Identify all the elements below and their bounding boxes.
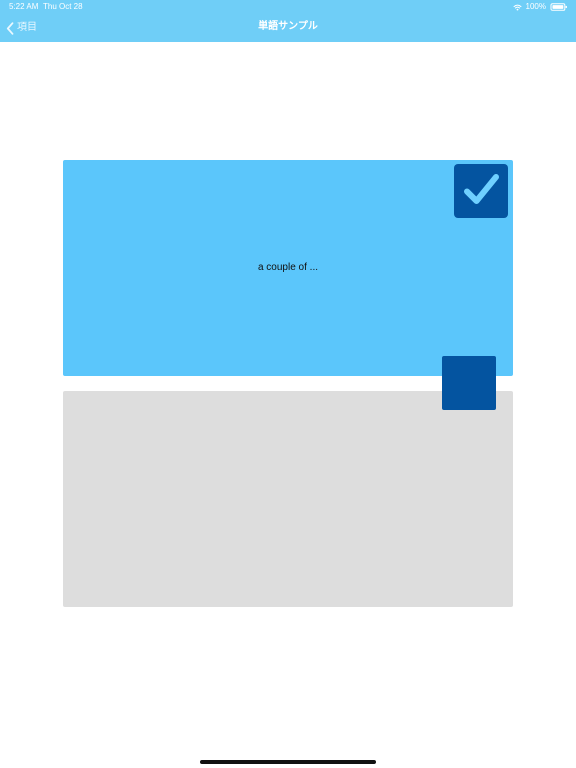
front-card[interactable]: a couple of ... [63,160,513,376]
chevron-left-icon [6,21,14,35]
checkmark-icon [464,174,499,204]
check-button[interactable] [454,164,508,218]
back-button-label: 項目 [17,22,37,33]
status-time: 5:22 AM [9,2,39,11]
flashcard-screen: 5:22 AM Thu Oct 28 100% 項目 単語サンプル a coup… [0,0,576,768]
battery-percentage: 100% [525,2,546,11]
page-title: 単語サンプル [258,21,318,32]
card-word: a couple of ... [257,262,319,273]
back-card[interactable] [63,391,513,607]
reveal-button[interactable] [442,356,496,410]
back-button[interactable]: 項目 [6,19,37,37]
battery-icon [550,3,567,11]
status-indicators: 100% [513,2,568,12]
status-date: Thu Oct 28 [43,2,83,11]
back-card-text [63,391,513,607]
wifi-icon [513,4,522,10]
navigation-bar: 5:22 AM Thu Oct 28 100% 項目 単語サンプル [0,0,576,42]
home-indicator [200,760,376,764]
